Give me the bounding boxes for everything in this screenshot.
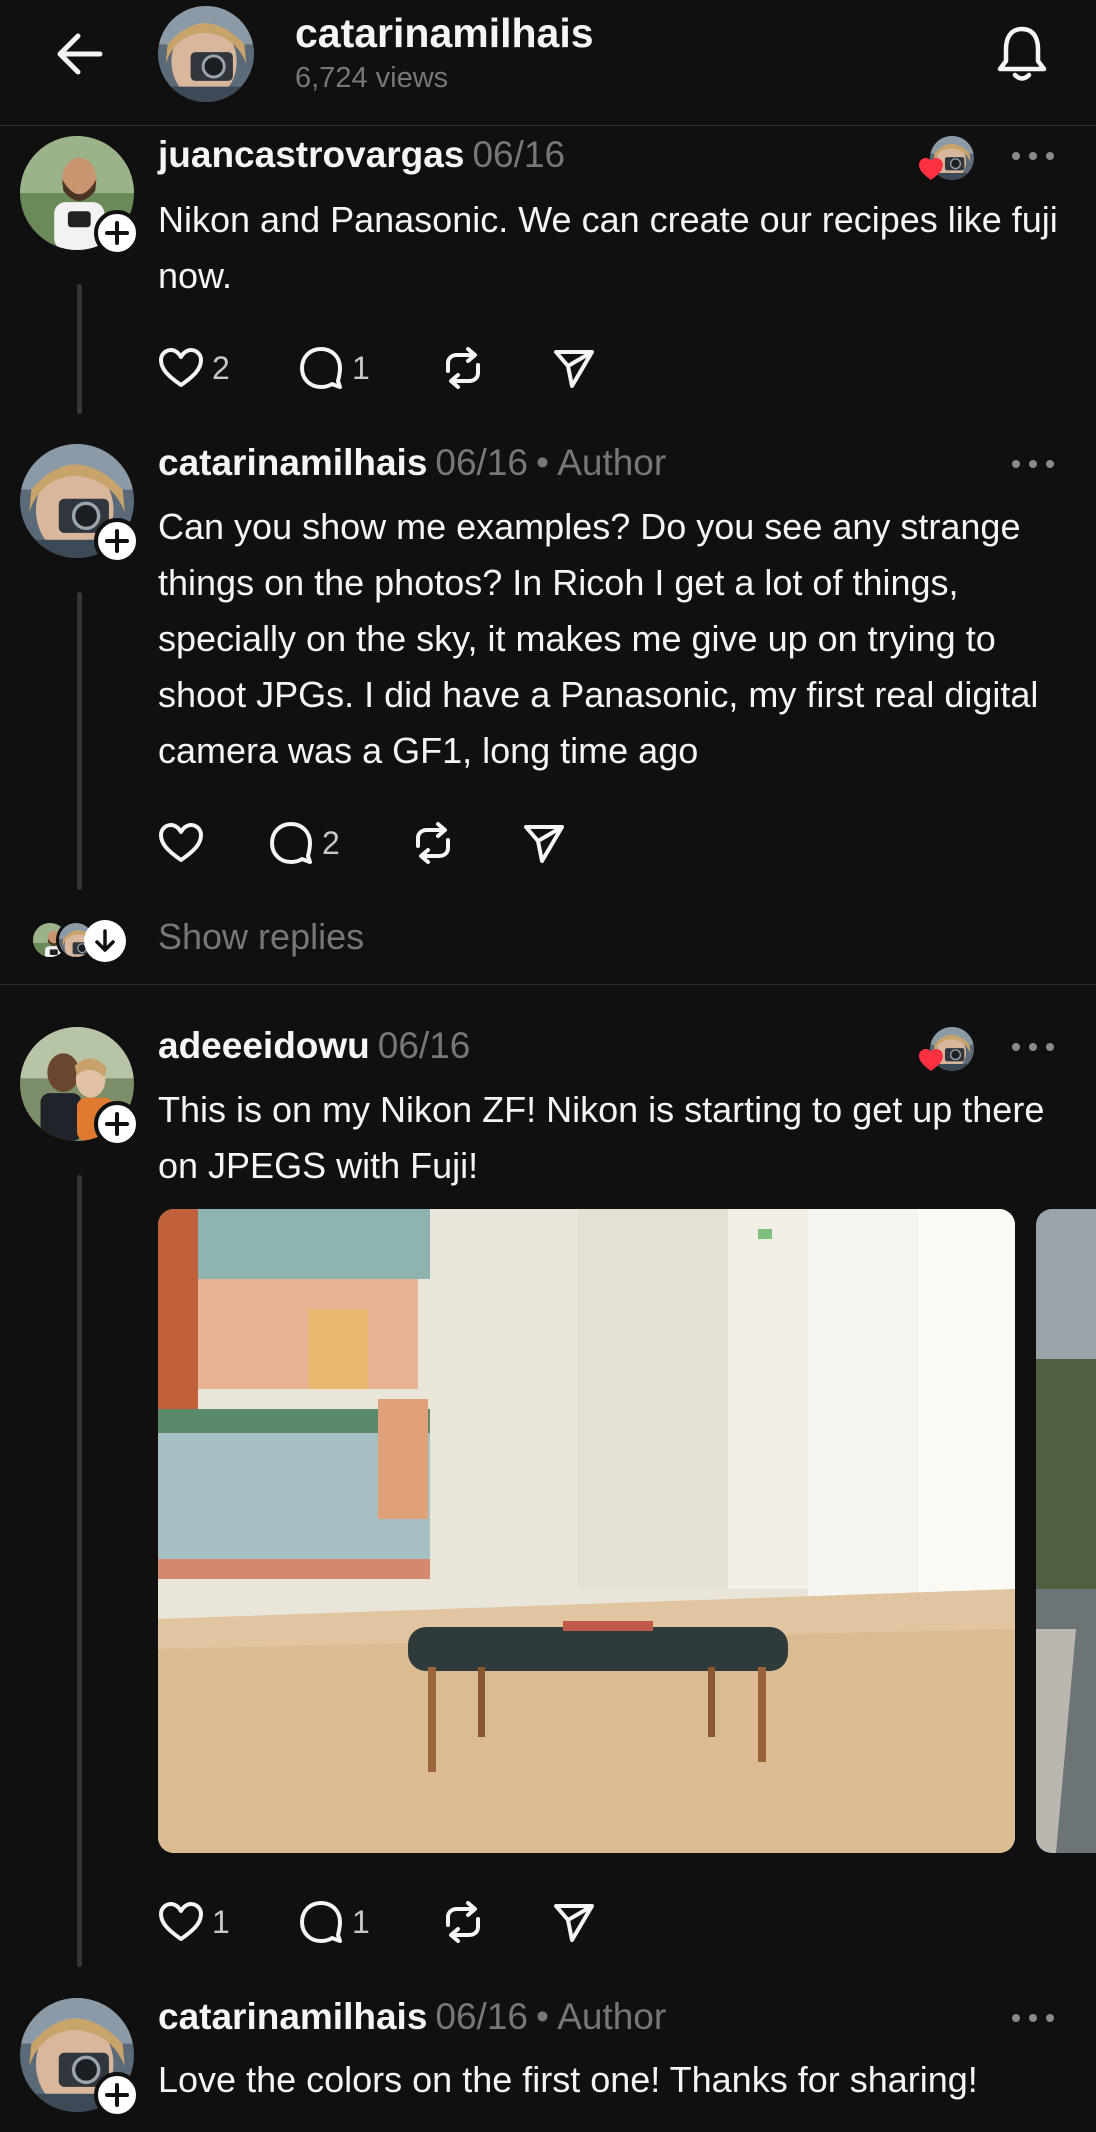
post-date: 06/16	[435, 1996, 528, 2037]
follow-button[interactable]	[94, 518, 140, 564]
comment-icon	[300, 347, 342, 389]
post-text: Love the colors on the first one! Thanks…	[158, 2059, 978, 2100]
reply-count: 1	[352, 1903, 370, 1940]
liked-by-author	[919, 136, 974, 180]
more-icon[interactable]	[1012, 454, 1054, 474]
liked-by-author	[919, 1027, 974, 1071]
repost-icon	[446, 1901, 480, 1943]
divider	[0, 984, 1096, 985]
heart-icon	[159, 348, 203, 387]
send-icon	[554, 350, 594, 388]
like-count: 2	[212, 349, 230, 386]
plus-icon	[105, 221, 129, 245]
follow-button[interactable]	[94, 1101, 140, 1147]
share-button[interactable]	[552, 1897, 596, 1947]
like-button[interactable]	[158, 818, 204, 868]
repost-button[interactable]	[440, 1897, 486, 1947]
post-text: Nikon and Panasonic. We can create our r…	[158, 199, 1058, 296]
reply-count: 1	[352, 349, 370, 386]
repost-icon	[446, 347, 480, 389]
post-date: 06/16	[435, 442, 528, 483]
author-tag: • Author	[536, 1996, 667, 2037]
heart-icon	[919, 158, 943, 180]
reply-button[interactable]: 1	[298, 343, 370, 393]
heart-icon	[159, 823, 203, 862]
author-tag: • Author	[536, 442, 667, 483]
repost-button[interactable]	[410, 818, 456, 868]
share-button[interactable]	[552, 343, 596, 393]
heart-icon	[159, 1902, 203, 1941]
post-date: 06/16	[377, 1025, 471, 1066]
arrow-left-icon	[57, 33, 103, 75]
like-button[interactable]: 1	[158, 1897, 230, 1947]
reply-count: 2	[322, 824, 340, 861]
post-username[interactable]: catarinamilhais	[158, 442, 427, 483]
reply-button[interactable]: 1	[298, 1897, 370, 1947]
post-username[interactable]: juancastrovargas	[158, 134, 464, 175]
comment-icon	[300, 1901, 342, 1943]
notifications-button[interactable]	[990, 22, 1054, 86]
back-button[interactable]	[52, 28, 108, 80]
post-date: 06/16	[472, 134, 566, 175]
avatar[interactable]	[20, 1027, 140, 1147]
plus-icon	[105, 529, 129, 553]
avatar[interactable]	[20, 1998, 140, 2118]
repost-icon	[416, 822, 450, 864]
post-username[interactable]: catarinamilhais	[158, 1996, 427, 2037]
top-bar: catarinamilhais 6,724 views	[0, 0, 1096, 126]
more-icon[interactable]	[1012, 1037, 1054, 1057]
follow-button[interactable]	[94, 210, 140, 256]
show-replies-row[interactable]: Show replies	[0, 910, 1096, 968]
reply-button[interactable]: 2	[268, 818, 340, 868]
follow-button[interactable]	[94, 2072, 140, 2118]
bell-icon	[997, 26, 1047, 81]
more-icon[interactable]	[1012, 2008, 1054, 2028]
more-icon[interactable]	[1012, 146, 1054, 166]
header-avatar[interactable]	[158, 6, 254, 102]
plus-icon	[105, 1112, 129, 1136]
post-text: This is on my Nikon ZF! Nikon is startin…	[158, 1089, 1045, 1186]
avatar[interactable]	[20, 136, 140, 256]
repost-button[interactable]	[440, 343, 486, 393]
avatar[interactable]	[20, 444, 140, 564]
comment-icon	[270, 822, 312, 864]
send-icon	[554, 1904, 594, 1942]
post-photo[interactable]	[158, 1209, 1015, 1853]
like-button[interactable]: 2	[158, 343, 230, 393]
thread-line	[77, 1175, 82, 1967]
show-replies-label[interactable]: Show replies	[158, 916, 364, 958]
plus-icon	[105, 2083, 129, 2107]
arrow-down-icon	[84, 920, 126, 962]
thread-line	[77, 592, 82, 890]
post-text: Can you show me examples? Do you see any…	[158, 506, 1039, 771]
heart-icon	[919, 1049, 943, 1071]
views-count: 6,724 views	[295, 62, 449, 94]
like-count: 1	[212, 1903, 230, 1940]
share-button[interactable]	[522, 818, 566, 868]
page-title[interactable]: catarinamilhais	[295, 10, 594, 57]
send-icon	[524, 825, 564, 863]
thread-line	[77, 284, 82, 414]
post-username[interactable]: adeeeidowu	[158, 1025, 370, 1066]
post-photo[interactable]	[1036, 1209, 1096, 1853]
